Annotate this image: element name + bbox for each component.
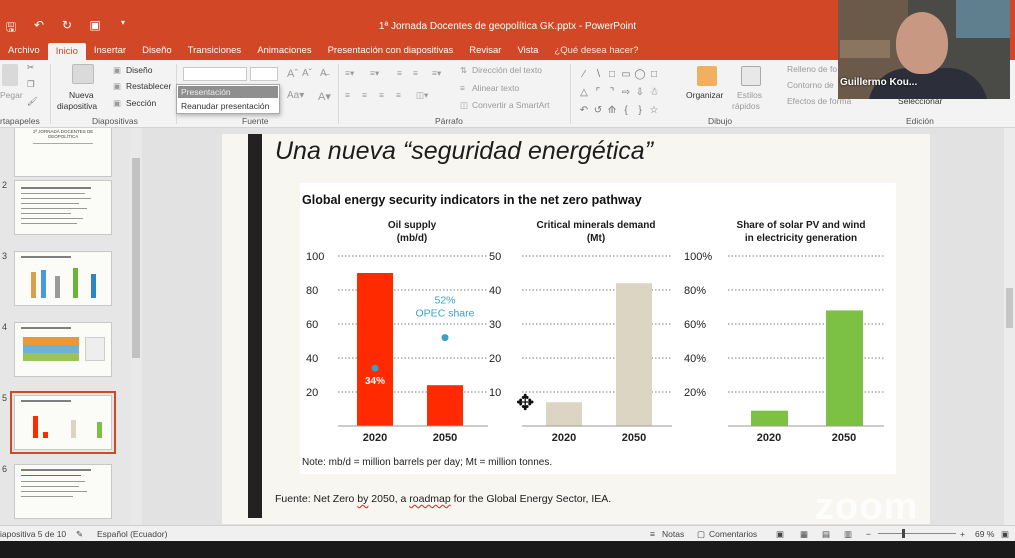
- notes-button[interactable]: Notas: [662, 529, 684, 539]
- notes-icon: ≡: [650, 529, 655, 539]
- y-tick-label: 40%: [684, 353, 706, 365]
- opec-share-dot: [441, 334, 449, 342]
- fit-slide-icon[interactable]: ▣: [1001, 529, 1009, 540]
- zoom-in-icon[interactable]: +: [960, 529, 965, 539]
- y-tick-label: 40: [489, 285, 501, 297]
- y-tick-label: 100: [306, 251, 324, 263]
- y-tick-label: 100%: [684, 251, 712, 263]
- spellcheck-icon[interactable]: ✎: [76, 529, 83, 540]
- bottom-frame: [0, 541, 1015, 558]
- slideshow-icon[interactable]: ▥: [844, 529, 852, 540]
- language-status[interactable]: Español (Ecuador): [97, 529, 167, 539]
- status-bar: iapositiva 5 de 10 ✎ Español (Ecuador) ≡…: [0, 525, 1015, 541]
- y-tick-label: 30: [489, 319, 501, 331]
- data-label: OPEC share: [416, 308, 475, 320]
- canvas-scrollbar[interactable]: [1004, 128, 1015, 525]
- comments-icon: ▢: [697, 529, 706, 539]
- zoom-level[interactable]: 69 %: [975, 529, 994, 539]
- comments-button[interactable]: Comentarios: [709, 529, 757, 539]
- bar-2050: [427, 385, 463, 426]
- x-tick-label: 2020: [757, 432, 781, 444]
- bar-2020: [751, 410, 788, 426]
- x-tick-label: 2050: [622, 432, 646, 444]
- y-tick-label: 80: [306, 285, 318, 297]
- y-tick-label: 60%: [684, 319, 706, 331]
- zoom-slider-thumb[interactable]: [902, 529, 905, 538]
- slide-counter: iapositiva 5 de 10: [0, 529, 67, 539]
- zoom-watermark: zoom: [815, 486, 919, 528]
- zoom-slider[interactable]: [878, 533, 956, 534]
- y-tick-label: 40: [306, 353, 318, 365]
- y-tick-label: 80%: [684, 285, 706, 297]
- reading-view-icon[interactable]: ▤: [822, 529, 830, 540]
- y-tick-label: 20%: [684, 387, 706, 399]
- bar-2050: [616, 283, 652, 426]
- slide-source: Fuente: Net Zero by 2050, a roadmap for …: [275, 493, 612, 505]
- data-label: 52%: [434, 295, 455, 307]
- x-tick-label: 2020: [363, 432, 387, 444]
- mouse-cursor-icon: ✥: [516, 390, 535, 415]
- normal-view-icon[interactable]: ▣: [776, 529, 784, 540]
- y-tick-label: 50: [489, 251, 501, 263]
- x-tick-label: 2050: [433, 432, 457, 444]
- y-tick-label: 10: [489, 387, 501, 399]
- x-tick-label: 2050: [832, 432, 856, 444]
- opec-share-dot: [371, 364, 379, 372]
- bar-2020: [357, 273, 393, 426]
- slide-sorter-icon[interactable]: ▦: [800, 529, 808, 540]
- y-tick-label: 20: [489, 353, 501, 365]
- chart-svg: 20 40 60 80 100 2020 2050 34% 52%OPEC share 10 20 3…: [306, 251, 884, 444]
- bar-2050: [826, 310, 863, 426]
- y-tick-label: 60: [306, 319, 318, 331]
- x-tick-label: 2020: [552, 432, 576, 444]
- powerpoint-window: 🖫 ↶ ↻ ▣ ▾ 1ª Jornada Docentes de geopolí…: [0, 0, 1015, 558]
- zoom-out-icon[interactable]: −: [866, 529, 871, 539]
- figure-note: Note: mb/d = million barrels per day; Mt…: [302, 457, 553, 468]
- y-tick-label: 20: [306, 387, 318, 399]
- bar-2020: [546, 402, 582, 426]
- data-label: 34%: [365, 376, 385, 387]
